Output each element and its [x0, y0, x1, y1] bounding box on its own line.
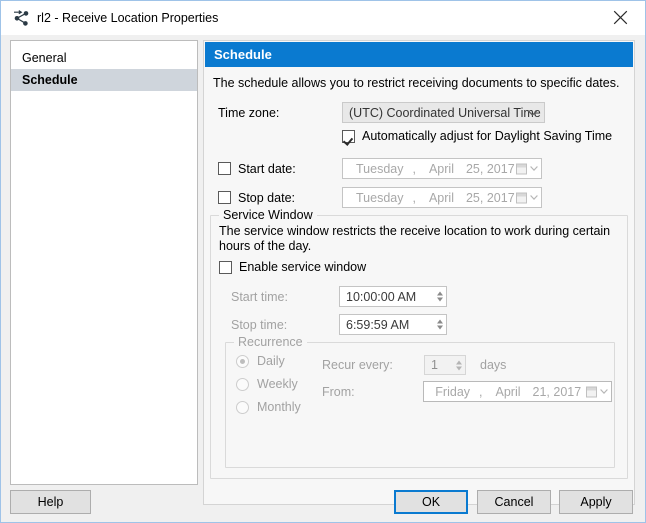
timezone-value: (UTC) Coordinated Universal Time — [349, 105, 541, 120]
start-date-comma: , — [412, 161, 416, 176]
calendar-icon — [586, 386, 597, 397]
stop-time-row: Stop time: 6:59:59 AM — [231, 314, 611, 335]
ok-button[interactable]: OK — [394, 490, 468, 514]
stop-date-checkbox[interactable] — [218, 191, 231, 204]
apply-button[interactable]: Apply — [559, 490, 633, 514]
service-window-title: Service Window — [219, 208, 317, 222]
spinner-down-icon — [437, 297, 443, 302]
close-icon[interactable] — [599, 3, 641, 31]
calendar-icon — [516, 192, 527, 203]
recur-every-unit: days — [480, 358, 507, 372]
chevron-down-icon — [527, 106, 538, 120]
radio-weekly[interactable] — [236, 377, 249, 391]
chevron-down-icon — [530, 195, 538, 200]
timezone-label: Time zone: — [218, 105, 280, 120]
enable-service-window-row: Enable service window — [219, 260, 366, 274]
stop-date-value: 25, 2017 — [465, 190, 515, 205]
start-date-month: April — [428, 161, 454, 176]
start-time-label: Start time: — [231, 289, 288, 304]
spinner-down-icon — [437, 325, 443, 330]
navigation-pane: General Schedule — [10, 40, 198, 485]
recur-every-stepper[interactable] — [456, 358, 462, 373]
start-date-dropdown-button[interactable] — [516, 163, 538, 174]
cancel-button[interactable]: Cancel — [477, 490, 551, 514]
spinner-up-icon — [456, 360, 462, 364]
recurrence-option-label: Monthly — [257, 400, 301, 414]
spinner-down-icon — [456, 366, 462, 370]
stop-date-month: April — [428, 190, 454, 205]
stop-time-label: Stop time: — [231, 317, 288, 332]
sidebar-item-general[interactable]: General — [11, 47, 197, 69]
receive-location-icon — [12, 9, 30, 27]
start-time-value: 10:00:00 AM — [346, 289, 417, 304]
recurrence-option-label: Weekly — [257, 377, 298, 391]
start-date-day: Tuesday — [356, 161, 404, 176]
start-date-row: Start date: Tuesday , April 25, 2017 — [218, 158, 618, 179]
pane-description: The schedule allows you to restrict rece… — [213, 76, 620, 90]
stop-date-comma: , — [412, 190, 416, 205]
chevron-down-icon — [530, 166, 538, 171]
recurrence-from-dropdown-button[interactable] — [586, 386, 608, 397]
schedule-pane: Schedule The schedule allows you to rest… — [203, 40, 635, 505]
window-title: rl2 - Receive Location Properties — [37, 11, 219, 25]
start-date-picker[interactable]: Tuesday , April 25, 2017 — [342, 158, 542, 179]
recurrence-from-value: 21, 2017 — [532, 384, 582, 399]
start-time-stepper[interactable] — [437, 289, 443, 304]
start-date-label: Start date: — [238, 161, 296, 176]
recur-every-row: Recur every: 1 days — [322, 355, 612, 375]
recurrence-option-daily[interactable]: Daily — [236, 354, 301, 368]
stop-date-picker[interactable]: Tuesday , April 25, 2017 — [342, 187, 542, 208]
stop-date-label: Stop date: — [238, 190, 295, 205]
sidebar-item-label: General — [22, 51, 67, 65]
spinner-up-icon — [437, 319, 443, 324]
calendar-icon — [516, 163, 527, 174]
sidebar-item-label: Schedule — [22, 73, 78, 87]
recur-every-label: Recur every: — [322, 358, 393, 372]
recur-every-input[interactable]: 1 — [424, 355, 466, 375]
pane-header: Schedule — [205, 42, 633, 67]
recurrence-from-comma: , — [479, 384, 483, 399]
timezone-row: Time zone: (UTC) Coordinated Universal T… — [218, 102, 618, 123]
chevron-down-icon — [600, 389, 608, 394]
start-time-input[interactable]: 10:00:00 AM — [339, 286, 447, 307]
recurrence-from-month: April — [495, 384, 521, 399]
start-time-row: Start time: 10:00:00 AM — [231, 286, 611, 307]
start-date-value: 25, 2017 — [465, 161, 515, 176]
dst-checkbox[interactable] — [342, 129, 355, 143]
recurrence-option-label: Daily — [257, 354, 285, 368]
service-window-group: Service Window The service window restri… — [210, 208, 628, 479]
title-bar: rl2 - Receive Location Properties — [1, 1, 645, 35]
start-date-checkbox[interactable] — [218, 162, 231, 175]
stop-time-value: 6:59:59 AM — [346, 317, 410, 332]
recurrence-from-label: From: — [322, 384, 355, 399]
enable-service-window-label: Enable service window — [239, 260, 367, 274]
properties-dialog: rl2 - Receive Location Properties Genera… — [0, 0, 646, 523]
help-button[interactable]: Help — [10, 490, 91, 514]
recurrence-from-day: Friday — [435, 384, 471, 399]
recur-every-value: 1 — [431, 358, 438, 372]
dst-row: Automatically adjust for Daylight Saving… — [342, 129, 612, 143]
sidebar-item-schedule[interactable]: Schedule — [11, 69, 197, 91]
recurrence-option-monthly[interactable]: Monthly — [236, 400, 301, 414]
timezone-select[interactable]: (UTC) Coordinated Universal Time — [342, 102, 545, 123]
stop-time-input[interactable]: 6:59:59 AM — [339, 314, 447, 335]
dst-label: Automatically adjust for Daylight Saving… — [362, 129, 613, 143]
radio-monthly[interactable] — [236, 400, 249, 414]
recurrence-group: Recurrence Daily Weekly Monthly Recur ev… — [225, 335, 615, 468]
recurrence-options: Daily Weekly Monthly — [236, 354, 301, 423]
recurrence-option-weekly[interactable]: Weekly — [236, 377, 301, 391]
spinner-up-icon — [437, 291, 443, 296]
recurrence-from-date-picker[interactable]: Friday , April 21, 2017 — [423, 381, 612, 402]
service-window-description: The service window restricts the receive… — [219, 224, 611, 253]
dialog-body: General Schedule Schedule The schedule a… — [1, 35, 645, 522]
radio-daily[interactable] — [236, 354, 249, 368]
enable-service-window-checkbox[interactable] — [219, 260, 232, 274]
recurrence-title: Recurrence — [234, 335, 307, 349]
stop-date-row: Stop date: Tuesday , April 25, 2017 — [218, 187, 618, 208]
stop-date-day: Tuesday — [356, 190, 404, 205]
stop-time-stepper[interactable] — [437, 317, 443, 332]
stop-date-dropdown-button[interactable] — [516, 192, 538, 203]
recurrence-from-row: From: Friday , April 21, 2017 — [322, 381, 612, 402]
